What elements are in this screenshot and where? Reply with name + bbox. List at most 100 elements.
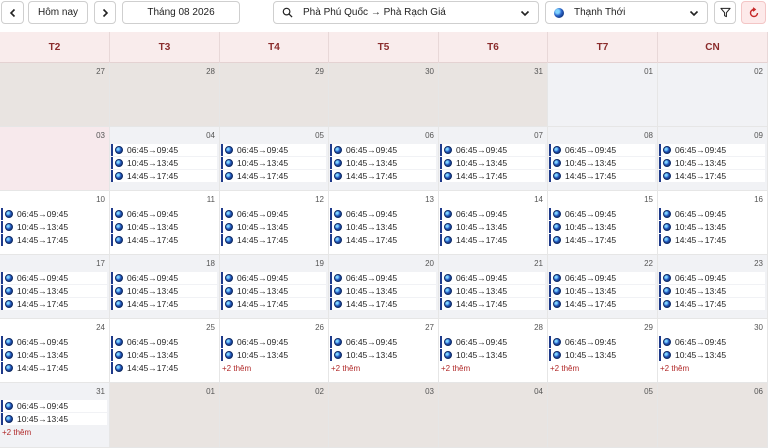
day-cell[interactable]: 31	[439, 63, 548, 127]
trip-event[interactable]: 10:45→13:45	[111, 157, 217, 169]
trip-event[interactable]: 06:45→09:45	[111, 336, 217, 348]
trip-event[interactable]: 14:45→17:45	[440, 298, 545, 310]
trip-event[interactable]: 14:45→17:45	[111, 362, 217, 374]
trip-event[interactable]: 06:45→09:45	[549, 336, 655, 348]
trip-event[interactable]: 06:45→09:45	[1, 336, 107, 348]
trip-event[interactable]: 14:45→17:45	[659, 170, 765, 182]
trip-event[interactable]: 14:45→17:45	[659, 234, 765, 246]
prev-month-button[interactable]	[1, 1, 24, 24]
trip-event[interactable]: 06:45→09:45	[440, 336, 545, 348]
day-cell[interactable]: 09 06:45→09:45 10:45→13:45 14:45→17:45	[658, 127, 768, 191]
day-cell[interactable]: 25 06:45→09:45 10:45→13:45 14:45→17:45	[110, 319, 220, 383]
trip-event[interactable]: 06:45→09:45	[221, 336, 326, 348]
trip-event[interactable]: 10:45→13:45	[549, 221, 655, 233]
trip-event[interactable]: 10:45→13:45	[659, 157, 765, 169]
day-cell[interactable]: 29	[220, 63, 329, 127]
day-cell[interactable]: 02	[220, 383, 329, 448]
trip-event[interactable]: 14:45→17:45	[111, 234, 217, 246]
trip-event[interactable]: 10:45→13:45	[221, 221, 326, 233]
trip-event[interactable]: 14:45→17:45	[549, 234, 655, 246]
refresh-button[interactable]	[741, 1, 766, 24]
trip-event[interactable]: 14:45→17:45	[111, 170, 217, 182]
day-cell[interactable]: 01	[548, 63, 658, 127]
day-cell[interactable]: 30	[329, 63, 439, 127]
trip-event[interactable]: 14:45→17:45	[330, 234, 436, 246]
trip-event[interactable]: 10:45→13:45	[440, 285, 545, 297]
trip-event[interactable]: 06:45→09:45	[659, 208, 765, 220]
trip-event[interactable]: 14:45→17:45	[111, 298, 217, 310]
day-cell[interactable]: 13 06:45→09:45 10:45→13:45 14:45→17:45	[329, 191, 439, 255]
trip-event[interactable]: 06:45→09:45	[1, 272, 107, 284]
day-cell[interactable]: 20 06:45→09:45 10:45→13:45 14:45→17:45	[329, 255, 439, 319]
day-cell[interactable]: 28	[110, 63, 220, 127]
trip-event[interactable]: 06:45→09:45	[1, 208, 107, 220]
day-cell[interactable]: 23 06:45→09:45 10:45→13:45 14:45→17:45	[658, 255, 768, 319]
day-cell[interactable]: 22 06:45→09:45 10:45→13:45 14:45→17:45	[548, 255, 658, 319]
day-cell[interactable]: 17 06:45→09:45 10:45→13:45 14:45→17:45	[0, 255, 110, 319]
trip-event[interactable]: 10:45→13:45	[659, 285, 765, 297]
trip-event[interactable]: 06:45→09:45	[440, 144, 545, 156]
trip-event[interactable]: 10:45→13:45	[330, 349, 436, 361]
trip-event[interactable]: 10:45→13:45	[111, 221, 217, 233]
day-cell[interactable]: 05 06:45→09:45 10:45→13:45 14:45→17:45	[220, 127, 329, 191]
trip-event[interactable]: 14:45→17:45	[330, 170, 436, 182]
day-cell[interactable]: 28 06:45→09:45 10:45→13:45 +2 thêm	[439, 319, 548, 383]
trip-event[interactable]: 10:45→13:45	[1, 349, 107, 361]
trip-event[interactable]: 10:45→13:45	[1, 413, 107, 425]
more-events-link[interactable]: +2 thêm	[2, 428, 31, 437]
trip-event[interactable]: 10:45→13:45	[659, 221, 765, 233]
trip-event[interactable]: 14:45→17:45	[440, 234, 545, 246]
trip-event[interactable]: 06:45→09:45	[330, 144, 436, 156]
more-events-link[interactable]: +2 thêm	[660, 364, 689, 373]
day-cell[interactable]: 11 06:45→09:45 10:45→13:45 14:45→17:45	[110, 191, 220, 255]
trip-event[interactable]: 06:45→09:45	[659, 272, 765, 284]
day-cell[interactable]: 16 06:45→09:45 10:45→13:45 14:45→17:45	[658, 191, 768, 255]
day-cell[interactable]: 03	[0, 127, 110, 191]
trip-event[interactable]: 10:45→13:45	[440, 349, 545, 361]
day-cell[interactable]: 26 06:45→09:45 10:45→13:45 +2 thêm	[220, 319, 329, 383]
day-cell[interactable]: 04 06:45→09:45 10:45→13:45 14:45→17:45	[110, 127, 220, 191]
trip-event[interactable]: 06:45→09:45	[111, 144, 217, 156]
day-cell[interactable]: 18 06:45→09:45 10:45→13:45 14:45→17:45	[110, 255, 220, 319]
trip-event[interactable]: 14:45→17:45	[330, 298, 436, 310]
trip-event[interactable]: 06:45→09:45	[111, 208, 217, 220]
more-events-link[interactable]: +2 thêm	[222, 364, 251, 373]
day-cell[interactable]: 03	[329, 383, 439, 448]
month-picker-button[interactable]: Tháng 08 2026	[122, 1, 240, 24]
day-cell[interactable]: 02	[658, 63, 768, 127]
day-cell[interactable]: 06 06:45→09:45 10:45→13:45 14:45→17:45	[329, 127, 439, 191]
trip-event[interactable]: 10:45→13:45	[1, 285, 107, 297]
trip-event[interactable]: 06:45→09:45	[440, 272, 545, 284]
day-cell[interactable]: 01	[110, 383, 220, 448]
trip-event[interactable]: 10:45→13:45	[221, 285, 326, 297]
trip-event[interactable]: 10:45→13:45	[549, 285, 655, 297]
trip-event[interactable]: 06:45→09:45	[330, 272, 436, 284]
trip-event[interactable]: 10:45→13:45	[440, 221, 545, 233]
day-cell[interactable]: 19 06:45→09:45 10:45→13:45 14:45→17:45	[220, 255, 329, 319]
day-cell[interactable]: 08 06:45→09:45 10:45→13:45 14:45→17:45	[548, 127, 658, 191]
trip-event[interactable]: 06:45→09:45	[549, 208, 655, 220]
day-cell[interactable]: 27 06:45→09:45 10:45→13:45 +2 thêm	[329, 319, 439, 383]
next-month-button[interactable]	[94, 1, 116, 24]
trip-event[interactable]: 06:45→09:45	[549, 272, 655, 284]
day-cell[interactable]: 27	[0, 63, 110, 127]
trip-event[interactable]: 06:45→09:45	[111, 272, 217, 284]
trip-event[interactable]: 10:45→13:45	[330, 157, 436, 169]
day-cell[interactable]: 06	[658, 383, 768, 448]
trip-event[interactable]: 10:45→13:45	[1, 221, 107, 233]
trip-event[interactable]: 06:45→09:45	[549, 144, 655, 156]
day-cell[interactable]: 05	[548, 383, 658, 448]
trip-event[interactable]: 14:45→17:45	[549, 170, 655, 182]
filter-button[interactable]	[714, 1, 736, 24]
trip-event[interactable]: 10:45→13:45	[549, 349, 655, 361]
route-select[interactable]: Phà Phú Quốc → Phà Rạch Giá	[273, 1, 539, 24]
trip-event[interactable]: 10:45→13:45	[330, 221, 436, 233]
trip-event[interactable]: 06:45→09:45	[221, 144, 326, 156]
day-cell[interactable]: 24 06:45→09:45 10:45→13:45 14:45→17:45	[0, 319, 110, 383]
trip-event[interactable]: 14:45→17:45	[1, 298, 107, 310]
day-cell[interactable]: 12 06:45→09:45 10:45→13:45 14:45→17:45	[220, 191, 329, 255]
day-cell[interactable]: 15 06:45→09:45 10:45→13:45 14:45→17:45	[548, 191, 658, 255]
day-cell[interactable]: 29 06:45→09:45 10:45→13:45 +2 thêm	[548, 319, 658, 383]
trip-event[interactable]: 06:45→09:45	[330, 336, 436, 348]
trip-event[interactable]: 10:45→13:45	[111, 349, 217, 361]
